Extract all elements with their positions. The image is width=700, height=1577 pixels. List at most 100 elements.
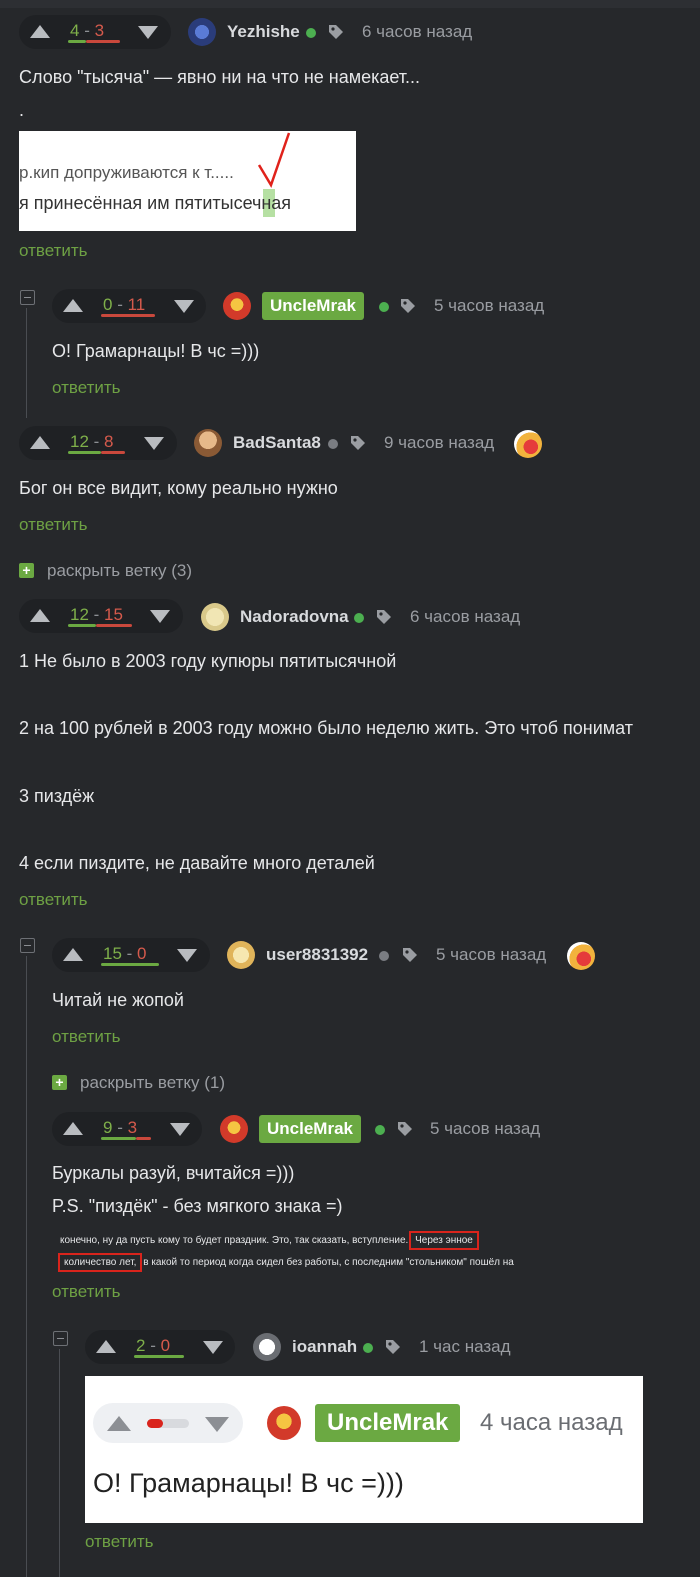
reply-link[interactable]: ответить: [19, 241, 88, 261]
tag-icon[interactable]: [402, 947, 418, 963]
rating-bar-plus: [101, 1137, 136, 1140]
image-avatar: [267, 1406, 301, 1440]
offline-indicator: [379, 951, 389, 961]
avatar[interactable]: [220, 1115, 248, 1143]
image-text: О! Грамарнацы! В чс =))): [93, 1468, 404, 1498]
tag-icon[interactable]: [397, 1121, 413, 1137]
comment-time[interactable]: 9 часов назад: [384, 433, 494, 453]
thread-line[interactable]: [26, 308, 27, 418]
collapse-button[interactable]: [20, 290, 35, 305]
comment-time[interactable]: 5 часов назад: [434, 296, 544, 316]
reply-link[interactable]: ответить: [52, 1282, 121, 1302]
thread-line[interactable]: [59, 1349, 60, 1577]
avatar[interactable]: [223, 292, 251, 320]
comment-image[interactable]: UncleMrak 4 часа назад О! Грамарнацы! В …: [85, 1376, 643, 1523]
vote-down-icon[interactable]: [203, 1341, 223, 1354]
vote-down-icon[interactable]: [138, 26, 158, 39]
avatar[interactable]: [188, 18, 216, 46]
rating-bar-plus: [101, 963, 159, 966]
rating-bar-plus: [68, 40, 86, 43]
reply-link[interactable]: ответить: [19, 515, 88, 535]
rating-score: 12 - 15: [70, 605, 123, 624]
comment-text: 4 если пиздите, не давайте много деталей: [19, 853, 375, 873]
rating-bar-minus: [136, 1137, 151, 1140]
comment-time[interactable]: 5 часов назад: [430, 1119, 540, 1139]
tag-icon[interactable]: [385, 1339, 401, 1355]
plus-square-icon[interactable]: +: [19, 563, 34, 578]
expand-thread-link[interactable]: раскрыть ветку (1): [80, 1073, 225, 1093]
vote-up-icon[interactable]: [30, 25, 50, 38]
author-name[interactable]: user8831392: [266, 945, 368, 965]
image-vote-up-icon: [107, 1416, 131, 1431]
online-indicator: [375, 1125, 385, 1135]
award-icon[interactable]: [567, 942, 595, 970]
author-name[interactable]: BadSanta8: [233, 433, 321, 453]
comment-text: О! Грамарнацы! В чс =))): [52, 341, 260, 361]
online-indicator: [379, 302, 389, 312]
reply-link[interactable]: ответить: [85, 1532, 154, 1552]
tag-icon[interactable]: [400, 298, 416, 314]
comment-text: Буркалы разуй, вчитайся =))): [52, 1163, 295, 1183]
comment-time[interactable]: 6 часов назад: [362, 22, 472, 42]
vote-down-icon[interactable]: [144, 437, 164, 450]
vote-up-icon[interactable]: [30, 436, 50, 449]
avatar[interactable]: [194, 429, 222, 457]
comment-image[interactable]: р.кип допруживаются к т..... я принесённ…: [19, 131, 356, 231]
vote-up-icon[interactable]: [63, 1122, 83, 1135]
comment-time[interactable]: 1 час назад: [419, 1337, 511, 1357]
rating-score: 0 - 11: [103, 295, 146, 314]
vote-up-icon[interactable]: [63, 948, 83, 961]
collapse-button[interactable]: [53, 1331, 68, 1346]
comment-text: 3 пиздёж: [19, 786, 95, 806]
vote-down-icon[interactable]: [174, 300, 194, 313]
author-name[interactable]: UncleMrak: [262, 292, 364, 320]
reply-link[interactable]: ответить: [19, 890, 88, 910]
tag-icon[interactable]: [350, 435, 366, 451]
offline-indicator: [328, 439, 338, 449]
comment-text: .: [19, 100, 25, 120]
thread-line[interactable]: [26, 956, 27, 1577]
image-text: р.кип допруживаются к т.....: [19, 163, 234, 182]
award-icon[interactable]: [514, 430, 542, 458]
rating-score: 15 - 0: [103, 944, 147, 963]
tag-icon[interactable]: [376, 609, 392, 625]
avatar[interactable]: [227, 941, 255, 969]
reply-link[interactable]: ответить: [52, 378, 121, 398]
author-name[interactable]: UncleMrak: [259, 1115, 361, 1143]
comment-text: Слово "тысяча" — явно ни на что не намек…: [19, 67, 421, 87]
image-time: 4 часа назад: [480, 1409, 623, 1436]
plus-square-icon[interactable]: +: [52, 1075, 67, 1090]
comment-text: Читай не жопой: [52, 990, 184, 1010]
avatar[interactable]: [253, 1333, 281, 1361]
rating-bar-minus: [101, 314, 155, 317]
online-indicator: [363, 1343, 373, 1353]
vote-up-icon[interactable]: [63, 299, 83, 312]
image-rating-bar-minus: [147, 1419, 163, 1428]
rating-score: 12 - 8: [70, 432, 114, 451]
comment-image[interactable]: конечно, ну да пусть кому то будет празд…: [52, 1227, 612, 1275]
rating-score: 2 - 0: [136, 1336, 171, 1355]
vote-up-icon[interactable]: [30, 609, 50, 622]
vote-down-icon[interactable]: [150, 610, 170, 623]
tag-icon[interactable]: [328, 24, 344, 40]
author-name[interactable]: Yezhishe: [227, 22, 300, 42]
avatar[interactable]: [201, 603, 229, 631]
reply-link[interactable]: ответить: [52, 1027, 121, 1047]
image-text: я принесённая им пятитысечная: [19, 193, 292, 213]
rating-score: 4 - 3: [70, 21, 105, 40]
rating-bar-minus: [101, 451, 125, 454]
expand-thread-link[interactable]: раскрыть ветку (3): [47, 561, 192, 581]
comment-time[interactable]: 6 часов назад: [410, 607, 520, 627]
image-text: конечно, ну да пусть кому то будет празд…: [60, 1231, 479, 1250]
vote-up-icon[interactable]: [96, 1340, 116, 1353]
author-name[interactable]: ioannah: [292, 1337, 357, 1357]
comment-time[interactable]: 5 часов назад: [436, 945, 546, 965]
author-name[interactable]: Nadoradovna: [240, 607, 349, 627]
rating-bar-plus: [134, 1355, 184, 1358]
vote-down-icon[interactable]: [177, 949, 197, 962]
rating-bar-minus: [96, 624, 132, 627]
collapse-button[interactable]: [20, 938, 35, 953]
image-text: количество лет, в какой то период когда …: [57, 1253, 514, 1272]
vote-down-icon[interactable]: [170, 1123, 190, 1136]
comment-text: Бог он все видит, кому реально нужно: [19, 478, 338, 498]
